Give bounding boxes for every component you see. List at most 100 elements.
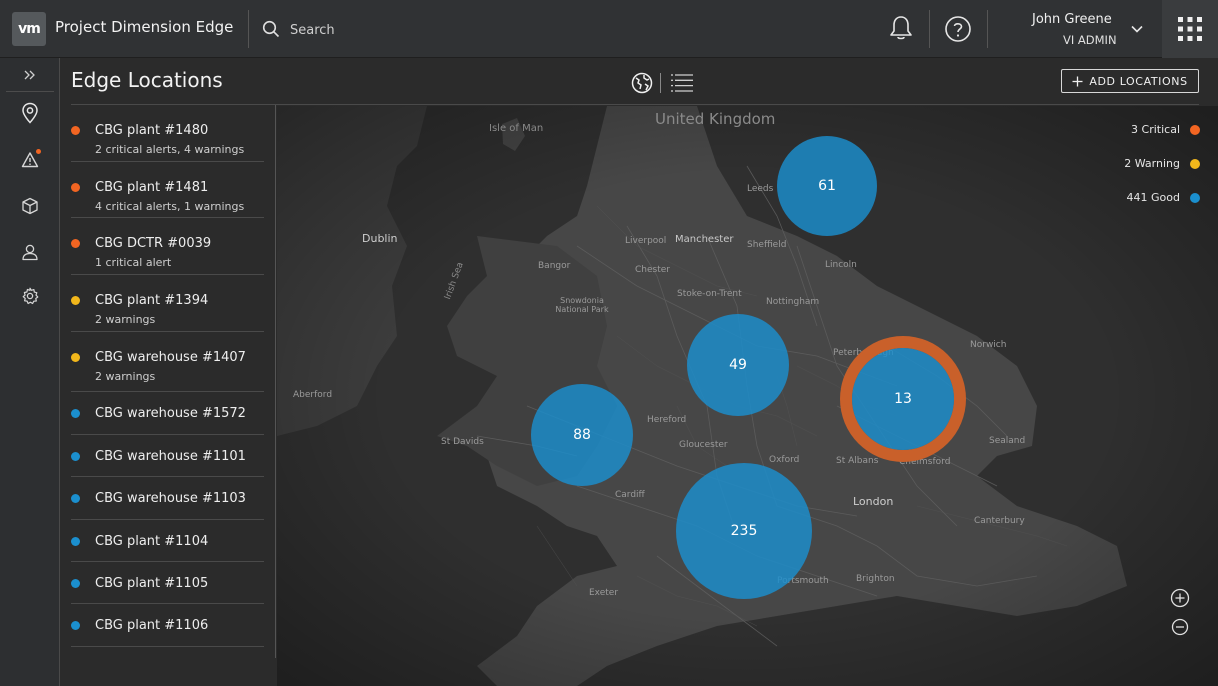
list-view-icon[interactable]: [670, 73, 694, 93]
status-dot: [71, 353, 80, 362]
map-label: Manchester: [675, 234, 734, 245]
divider: [660, 73, 661, 93]
status-dot: [71, 537, 80, 546]
status-dot: [71, 452, 80, 461]
map-label: Lincoln: [825, 260, 857, 270]
status-dot: [1190, 124, 1200, 135]
status-dot: [71, 409, 80, 418]
map-label: Isle of Man: [489, 123, 544, 134]
map-label: Leeds: [747, 184, 774, 194]
search-icon[interactable]: [262, 20, 280, 38]
status-dot: [1190, 192, 1200, 203]
nav-inventory[interactable]: [18, 194, 42, 218]
location-name: CBG plant #1480: [95, 123, 209, 138]
app-switcher-button[interactable]: [1162, 0, 1218, 58]
location-name: CBG plant #1481: [95, 180, 209, 195]
location-cluster[interactable]: 49: [687, 314, 789, 416]
map-label: Chelmsford: [899, 457, 951, 467]
location-list-item[interactable]: CBG plant #1481 4 critical alerts, 1 warn…: [71, 162, 264, 218]
plus-icon: [1072, 76, 1083, 86]
location-name: CBG plant #1394: [95, 293, 209, 308]
status-dot: [71, 494, 80, 503]
divider: [987, 10, 988, 48]
location-list-item[interactable]: CBG plant #1394 2 warnings: [71, 275, 264, 332]
zoom-out-icon[interactable]: [1170, 617, 1190, 637]
vmware-logo[interactable]: vm: [12, 12, 46, 46]
nav-alerts[interactable]: [18, 148, 42, 172]
notification-badge: [36, 149, 41, 154]
location-cluster[interactable]: 61: [777, 136, 877, 236]
location-list-item[interactable]: CBG plant #1480 2 critical alerts, 4 warn…: [71, 105, 264, 162]
location-cluster[interactable]: 88: [531, 384, 633, 486]
app-title[interactable]: Project Dimension Edge: [55, 18, 233, 36]
map-label: Bangor: [538, 261, 571, 271]
legend-warning: 2 Warning: [1124, 157, 1200, 170]
bell-icon[interactable]: [888, 14, 914, 42]
status-dot: [71, 621, 80, 630]
map-label: Brighton: [856, 574, 895, 584]
add-locations-button[interactable]: ADD LOCATIONS: [1061, 69, 1199, 93]
status-dot: [71, 183, 80, 192]
location-list-item[interactable]: CBG warehouse #1103: [71, 477, 264, 520]
location-list-item[interactable]: CBG warehouse #1101: [71, 435, 264, 477]
grid-icon: [1178, 17, 1202, 41]
divider: [248, 10, 249, 48]
location-name: CBG plant #1106: [95, 618, 209, 633]
left-nav-rail: [0, 58, 60, 686]
location-list: CBG plant #1480 2 critical alerts, 4 warn…: [71, 105, 264, 650]
location-list-item[interactable]: CBG plant #1105: [71, 562, 264, 604]
map-label: Oxford: [769, 455, 800, 465]
search-input[interactable]: [290, 17, 590, 43]
globe-view-icon[interactable]: [631, 72, 653, 94]
map-label: Stoke-on-Trent: [677, 289, 742, 299]
top-bar: vm Project Dimension Edge John Greene VI…: [0, 0, 1218, 58]
help-icon[interactable]: [944, 15, 972, 43]
status-dot: [1190, 158, 1200, 169]
location-name: CBG warehouse #1103: [95, 491, 246, 506]
location-list-item[interactable]: CBG warehouse #1572: [71, 392, 264, 435]
location-list-item[interactable]: CBG plant #1104: [71, 520, 264, 562]
divider: [6, 91, 54, 92]
nav-locations[interactable]: [18, 101, 42, 125]
location-name: CBG warehouse #1101: [95, 449, 246, 464]
map-label: Hereford: [647, 415, 687, 425]
nav-settings[interactable]: [18, 284, 42, 308]
user-icon: [22, 244, 38, 261]
map-label: Dublin: [362, 232, 398, 245]
nav-users[interactable]: [18, 240, 42, 264]
location-name: CBG plant #1105: [95, 576, 209, 591]
expand-nav-button[interactable]: [18, 63, 42, 87]
location-list-item[interactable]: CBG plant #1106: [71, 604, 264, 647]
location-alert-summary: 1 critical alert: [95, 256, 172, 269]
status-dot: [71, 579, 80, 588]
location-list-item[interactable]: CBG DCTR #0039 1 critical alert: [71, 218, 264, 275]
map-label: Aberford: [293, 390, 333, 400]
location-cluster[interactable]: 235: [676, 463, 812, 599]
add-locations-label: ADD LOCATIONS: [1089, 74, 1188, 88]
status-dot: [71, 239, 80, 248]
map-view[interactable]: United Kingdom Isle of Man Irish Sea Dub…: [277, 106, 1218, 686]
map-label: Sealand: [989, 436, 1026, 446]
map-label: Nottingham: [766, 297, 820, 307]
location-name: CBG warehouse #1407: [95, 350, 246, 365]
user-name[interactable]: John Greene: [1032, 12, 1112, 27]
location-name: CBG warehouse #1572: [95, 406, 246, 421]
legend-critical: 3 Critical: [1131, 123, 1200, 136]
location-name: CBG plant #1104: [95, 534, 209, 549]
chevron-down-icon[interactable]: [1130, 22, 1144, 36]
list-scrollbar[interactable]: [275, 105, 276, 658]
legend-label: 3 Critical: [1131, 123, 1180, 136]
map-label: St Davids: [441, 437, 484, 447]
status-dot: [71, 126, 80, 135]
zoom-in-icon[interactable]: [1170, 588, 1190, 608]
map-label: Exeter: [589, 588, 619, 598]
user-role: VI ADMIN: [1063, 33, 1117, 47]
status-dot: [71, 296, 80, 305]
settings-icon: [22, 287, 39, 305]
map-label: Gloucester: [679, 440, 728, 450]
location-cluster-critical[interactable]: 13: [852, 348, 954, 450]
legend-good: 441 Good: [1127, 191, 1200, 204]
map-label: Canterbury: [974, 516, 1025, 526]
location-list-item[interactable]: CBG warehouse #1407 2 warnings: [71, 332, 264, 392]
map-label: Cardiff: [615, 490, 645, 500]
